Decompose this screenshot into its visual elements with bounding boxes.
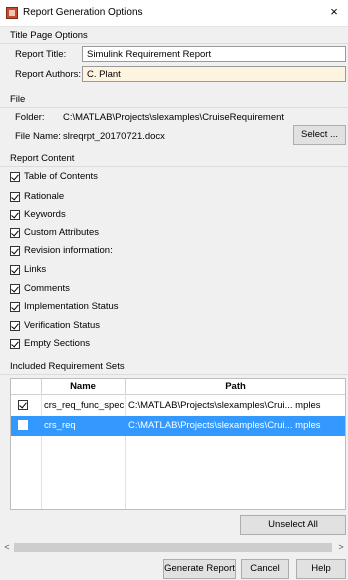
checkbox[interactable]	[10, 245, 20, 256]
row-checkbox-cell[interactable]	[18, 416, 32, 436]
report-app-icon	[6, 7, 18, 19]
report-authors-label: Report Authors:	[15, 69, 82, 80]
checkbox[interactable]	[10, 338, 20, 349]
row-name: crs_req	[44, 420, 76, 431]
option-label: Verification Status	[24, 320, 101, 331]
row-path: C:\MATLAB\Projects\slexamples\Crui... mp…	[128, 400, 321, 411]
column-header-name[interactable]: Name	[42, 379, 124, 394]
option-label: Comments	[24, 283, 70, 294]
scrollbar-thumb[interactable]	[14, 543, 332, 552]
report-authors-input[interactable]: C. Plant	[82, 66, 346, 82]
checkbox[interactable]	[10, 191, 20, 202]
checkbox[interactable]	[10, 301, 20, 312]
content-option-table-of-contents[interactable]: Table of Contents	[10, 171, 98, 185]
checkbox[interactable]	[10, 264, 20, 275]
help-button[interactable]: Help	[296, 559, 346, 579]
row-checkbox-cell[interactable]	[18, 396, 32, 416]
option-label: Revision information:	[24, 245, 113, 256]
option-label: Rationale	[24, 191, 65, 202]
content-option-keywords[interactable]: Keywords	[10, 209, 66, 223]
table-row[interactable]: crs_req C:\MATLAB\Projects\slexamples\Cr…	[11, 416, 345, 436]
checkbox[interactable]	[18, 400, 28, 411]
option-label: Links	[24, 264, 47, 275]
content-option-implementation-status[interactable]: Implementation Status	[10, 301, 119, 315]
checkbox[interactable]	[10, 283, 20, 294]
scroll-right-icon[interactable]: >	[335, 541, 347, 554]
checkbox[interactable]	[10, 320, 20, 331]
row-path: C:\MATLAB\Projects\slexamples\Crui... mp…	[128, 420, 321, 431]
option-label: Implementation Status	[24, 301, 119, 312]
content-option-verification-status[interactable]: Verification Status	[10, 320, 100, 334]
filename-value: slreqrpt_20170721.docx	[63, 131, 165, 142]
report-title-label: Report Title:	[15, 49, 67, 60]
option-label: Keywords	[24, 209, 66, 220]
requirement-sets-header: Included Requirement Sets	[10, 361, 125, 372]
generate-report-button[interactable]: Generate Report	[163, 559, 236, 579]
folder-label: Folder:	[15, 112, 45, 123]
folder-path: C:\MATLAB\Projects\slexamples\CruiseRequ…	[63, 112, 285, 123]
checkbox[interactable]	[10, 171, 20, 182]
checkbox[interactable]	[10, 227, 20, 238]
table-header: Name Path	[11, 379, 345, 395]
section-divider	[0, 166, 348, 167]
option-label: Table of Contents	[24, 171, 98, 182]
select-file-button[interactable]: Select ...	[293, 125, 346, 145]
content-option-comments[interactable]: Comments	[10, 283, 70, 297]
content-option-revision-information[interactable]: Revision information:	[10, 245, 113, 259]
cancel-button[interactable]: Cancel	[241, 559, 289, 579]
section-divider	[0, 43, 348, 44]
content-option-custom-attributes[interactable]: Custom Attributes	[10, 227, 99, 241]
scroll-left-icon[interactable]: <	[1, 541, 13, 554]
window-title: Report Generation Options	[23, 7, 143, 18]
table-row[interactable]: crs_req_func_spec C:\MATLAB\Projects\sle…	[11, 396, 345, 416]
option-label: Custom Attributes	[24, 227, 99, 238]
checkbox[interactable]	[18, 420, 28, 431]
file-section-header: File	[10, 94, 26, 105]
content-option-empty-sections[interactable]: Empty Sections	[10, 338, 90, 352]
title-bar: Report Generation Options ×	[0, 0, 348, 27]
checkbox[interactable]	[10, 209, 20, 220]
row-name: crs_req_func_spec	[44, 400, 124, 411]
report-title-input[interactable]: Simulink Requirement Report	[82, 46, 346, 62]
section-divider	[0, 107, 348, 108]
report-content-header: Report Content	[10, 153, 75, 164]
unselect-all-button[interactable]: Unselect All	[240, 515, 346, 535]
filename-label: File Name:	[15, 131, 61, 142]
horizontal-scrollbar[interactable]: < >	[0, 540, 348, 555]
content-option-rationale[interactable]: Rationale	[10, 191, 64, 205]
close-icon[interactable]: ×	[326, 4, 342, 20]
title-page-options-header: Title Page Options	[10, 30, 88, 41]
section-divider	[0, 374, 348, 375]
column-header-path[interactable]: Path	[126, 379, 345, 394]
requirement-sets-table[interactable]: Name Path crs_req_func_spec C:\MATLAB\Pr…	[10, 378, 346, 510]
option-label: Empty Sections	[24, 338, 90, 349]
content-option-links[interactable]: Links	[10, 264, 46, 278]
